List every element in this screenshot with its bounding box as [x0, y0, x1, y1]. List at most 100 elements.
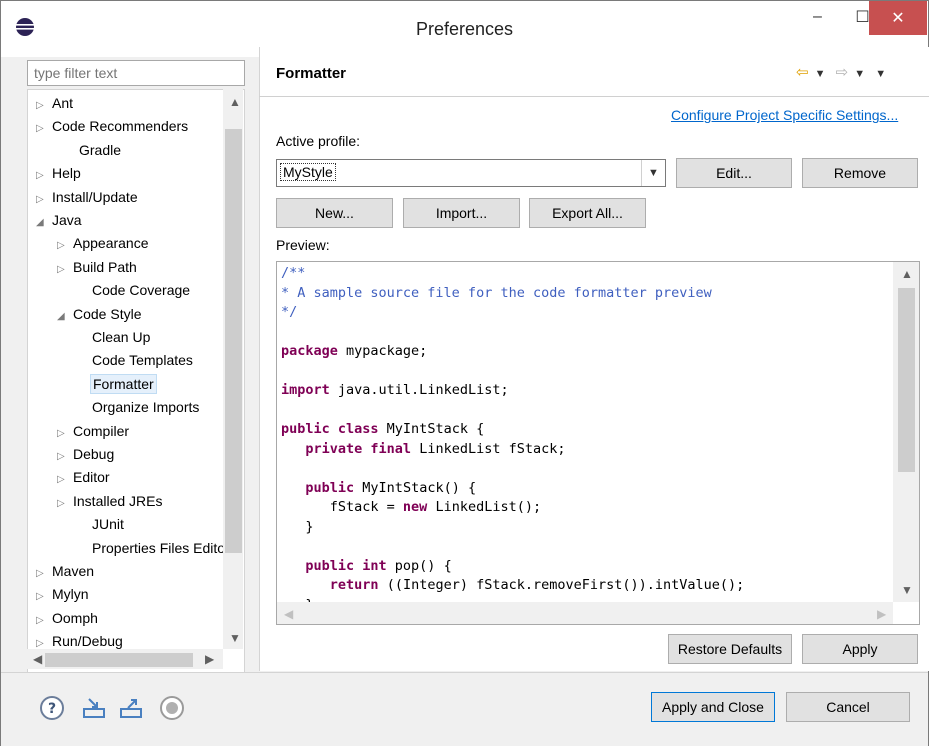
tree-item[interactable]: ▷ Appearance: [57, 232, 151, 254]
collapsed-twisty-icon[interactable]: ▷: [57, 469, 71, 491]
tree-item[interactable]: ◢ Java: [36, 209, 84, 231]
code-line: public int pop() {: [281, 557, 744, 577]
preview-vertical-scroll-thumb[interactable]: [898, 288, 915, 472]
tree-item-label: Gradle: [79, 141, 122, 158]
collapsed-twisty-icon[interactable]: ▷: [36, 189, 50, 211]
active-profile-select[interactable]: MyStyle ▼: [276, 159, 666, 187]
code-token: mypackage;: [337, 343, 428, 359]
tree-item[interactable]: ▷ Install/Update: [36, 186, 140, 208]
view-menu-chevron-down-icon[interactable]: ▼: [875, 68, 886, 80]
tree-item[interactable]: JUnit: [90, 513, 126, 535]
scroll-right-icon[interactable]: ▶: [205, 652, 214, 666]
tree-item[interactable]: ▷ Build Path: [57, 256, 139, 278]
preview-scroll-left-icon[interactable]: ◀: [284, 607, 293, 621]
code-line: import java.util.LinkedList;: [281, 381, 744, 401]
tree-item[interactable]: ▷ Installed JREs: [57, 490, 164, 512]
collapsed-twisty-icon[interactable]: ▷: [57, 259, 71, 281]
tree-item[interactable]: Clean Up: [90, 326, 152, 348]
restore-defaults-button[interactable]: Restore Defaults: [668, 634, 792, 664]
collapsed-twisty-icon[interactable]: ▷: [36, 118, 50, 140]
expanded-twisty-icon[interactable]: ◢: [36, 212, 50, 234]
collapsed-twisty-icon[interactable]: ▷: [36, 610, 50, 632]
collapsed-twisty-icon[interactable]: ▷: [57, 235, 71, 257]
back-arrow-icon[interactable]: ⇦: [796, 63, 809, 81]
minimize-button[interactable]: –: [795, 1, 840, 33]
import-preferences-icon[interactable]: [81, 695, 107, 724]
tree-item-label: Properties Files Editor: [92, 539, 230, 556]
tree-item-label: Help: [52, 165, 81, 182]
collapsed-twisty-icon[interactable]: ▷: [36, 586, 50, 608]
tree-horizontal-scroll-thumb[interactable]: [45, 653, 193, 667]
preview-scroll-up-icon[interactable]: ▲: [901, 267, 913, 281]
filter-input[interactable]: [27, 60, 245, 86]
tree-item-label: Code Style: [73, 305, 142, 322]
tree-item[interactable]: Code Coverage: [90, 279, 192, 301]
tree-item[interactable]: ▷ Maven: [36, 560, 96, 582]
tree-item[interactable]: Properties Files Editor: [90, 537, 232, 559]
chevron-down-icon[interactable]: ▼: [641, 160, 665, 186]
code-token: public: [305, 479, 355, 496]
export-all-button[interactable]: Export All...: [529, 198, 646, 228]
code-token: pop() {: [386, 557, 452, 574]
tree-item[interactable]: ▷ Mylyn: [36, 583, 91, 605]
configure-project-settings-link[interactable]: Configure Project Specific Settings...: [671, 107, 898, 123]
collapsed-twisty-icon[interactable]: ▷: [57, 446, 71, 468]
scroll-up-icon[interactable]: ▲: [229, 95, 241, 109]
tree-item[interactable]: ▷ Ant: [36, 92, 75, 114]
scroll-down-icon[interactable]: ▼: [229, 631, 241, 645]
tree-item[interactable]: ▷ Debug: [57, 443, 116, 465]
forward-arrow-icon[interactable]: ⇨: [836, 63, 849, 81]
code-token: }: [281, 518, 314, 535]
tree-item[interactable]: Gradle: [77, 139, 123, 161]
tree-item-label: Editor: [73, 469, 110, 486]
apply-button[interactable]: Apply: [802, 634, 918, 664]
tree-item-label: Run/Debug: [52, 633, 123, 650]
tree-item-label: Ant: [52, 95, 74, 111]
tree-item[interactable]: ▷ Compiler: [57, 420, 131, 442]
code-line: }: [281, 518, 744, 538]
collapsed-twisty-icon[interactable]: ▷: [57, 493, 71, 515]
tree-item[interactable]: Organize Imports: [90, 396, 201, 418]
tree-item[interactable]: ▷ Code Recommenders: [36, 115, 190, 137]
back-history-chevron-down-icon[interactable]: ▼: [815, 68, 826, 80]
tree-item[interactable]: Code Templates: [90, 349, 195, 371]
collapsed-twisty-icon[interactable]: ▷: [57, 423, 71, 445]
preview-horizontal-scrollbar[interactable]: [277, 602, 893, 624]
code-token: * A sample source file for the code form…: [281, 284, 712, 301]
edit-button[interactable]: Edit...: [676, 158, 792, 188]
collapsed-twisty-icon[interactable]: ▷: [36, 95, 50, 117]
record-icon[interactable]: [159, 695, 185, 724]
cancel-button[interactable]: Cancel: [786, 692, 910, 722]
preview-scroll-down-icon[interactable]: ▼: [901, 583, 913, 597]
tree-item[interactable]: ▷ Editor: [57, 466, 112, 488]
new-button[interactable]: New...: [276, 198, 393, 228]
help-icon[interactable]: ?: [39, 695, 65, 724]
preview-scroll-right-icon[interactable]: ▶: [877, 607, 886, 621]
remove-button[interactable]: Remove: [802, 158, 918, 188]
tree-item[interactable]: ▷ Help: [36, 162, 83, 184]
code-line: package mypackage;: [281, 342, 744, 362]
close-button[interactable]: ✕: [869, 1, 927, 35]
import-button[interactable]: Import...: [403, 198, 520, 228]
tree-item-label: Appearance: [73, 235, 149, 252]
forward-history-chevron-down-icon[interactable]: ▼: [854, 68, 865, 80]
code-token: new: [402, 499, 428, 515]
tree-item[interactable]: ▷ Oomph: [36, 607, 100, 629]
tree-item-label: Formatter: [90, 373, 157, 394]
preview-pane[interactable]: /** * A sample source file for the code f…: [276, 261, 920, 625]
tree-item[interactable]: Formatter: [90, 373, 157, 395]
tree-item-label: Code Coverage: [92, 282, 191, 299]
expanded-twisty-icon[interactable]: ◢: [57, 306, 71, 328]
collapsed-twisty-icon[interactable]: ▷: [36, 563, 50, 585]
tree-vertical-scroll-thumb[interactable]: [225, 129, 242, 553]
tree-item-label: Java: [52, 212, 82, 228]
tree-item[interactable]: ◢ Code Style: [57, 303, 143, 325]
apply-and-close-button[interactable]: Apply and Close: [651, 692, 775, 722]
export-preferences-icon[interactable]: [118, 695, 144, 724]
scroll-left-icon[interactable]: ◀: [33, 652, 42, 666]
collapsed-twisty-icon[interactable]: ▷: [36, 165, 50, 187]
code-token: LinkedList();: [427, 499, 542, 515]
preferences-window: Preferences – ☐ ✕ ▷Ant▷Code Recommenders…: [0, 0, 929, 746]
preview-label: Preview:: [276, 237, 330, 253]
